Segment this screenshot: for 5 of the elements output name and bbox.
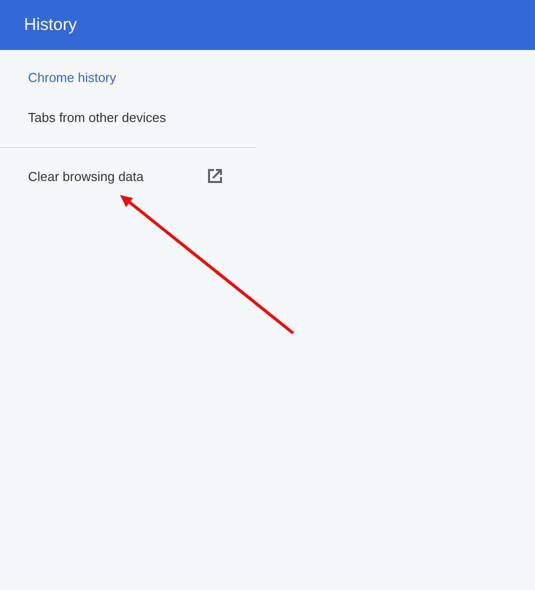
sidebar-item[interactable]: Chrome history: [0, 58, 256, 98]
toolbar-title: History: [24, 15, 77, 35]
sidebar-item[interactable]: Tabs from other devices: [0, 98, 256, 138]
sidebar-link[interactable]: Clear browsing data: [0, 156, 256, 196]
external-link-icon: [206, 167, 224, 185]
